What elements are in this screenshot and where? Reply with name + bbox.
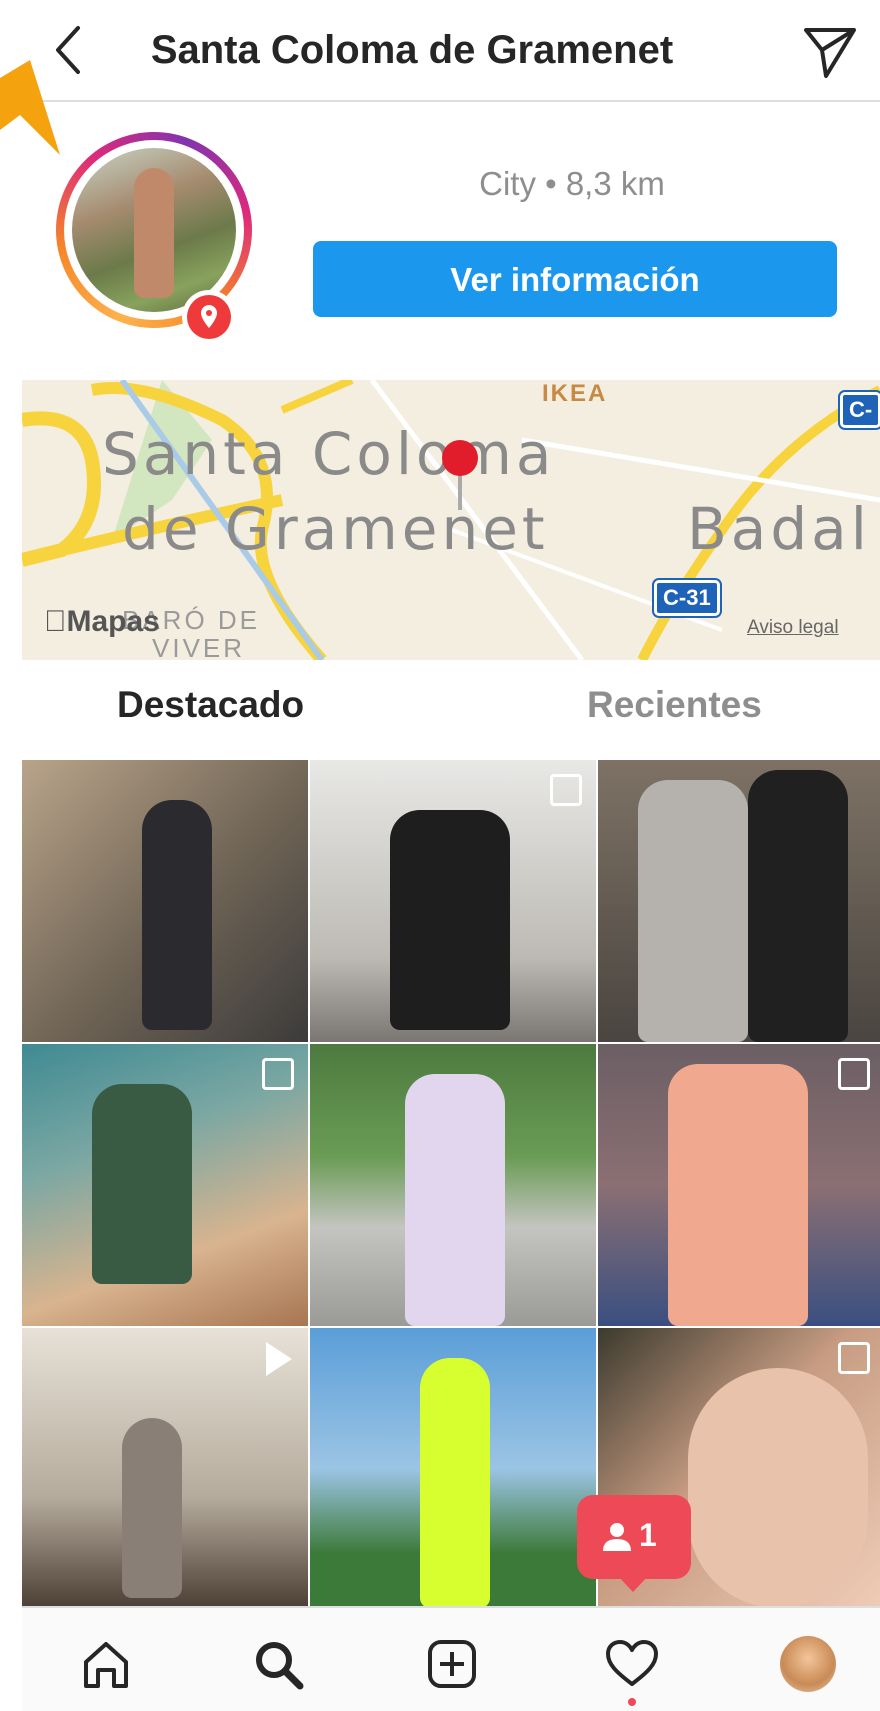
location-info: City • 8,3 km bbox=[479, 165, 665, 202]
grid-photo[interactable] bbox=[310, 1044, 596, 1326]
app-screen: Santa Coloma de Gramenet City • 8,3 km V… bbox=[22, 0, 880, 1711]
bottom-nav bbox=[22, 1606, 880, 1711]
location-map[interactable]: IKEA Santa Coloma de Gramenet Badal BARÓ… bbox=[22, 380, 880, 660]
feed-tabs: Destacado Recientes bbox=[22, 660, 880, 758]
road-sign-c31: C-31 bbox=[654, 580, 720, 616]
annotation-arrow-icon bbox=[0, 60, 60, 155]
map-neighbor-label: Badal bbox=[687, 495, 871, 563]
top-bar: Santa Coloma de Gramenet bbox=[22, 0, 880, 102]
map-city-label-line1: Santa Coloma bbox=[102, 420, 556, 488]
tab-recientes[interactable]: Recientes bbox=[587, 684, 762, 726]
map-poi-label: IKEA bbox=[542, 380, 608, 407]
road-sign-top: C- bbox=[840, 392, 880, 428]
legal-link[interactable]: Aviso legal bbox=[747, 617, 839, 639]
location-pin-icon bbox=[201, 305, 217, 328]
grid-photo[interactable] bbox=[22, 760, 308, 1042]
search-icon[interactable] bbox=[250, 1636, 306, 1692]
grid-photo[interactable] bbox=[598, 1044, 880, 1326]
home-icon[interactable] bbox=[78, 1636, 134, 1692]
grid-photo[interactable] bbox=[22, 1328, 308, 1610]
notification-tail bbox=[618, 1576, 648, 1592]
photo-grid bbox=[22, 760, 880, 1610]
multi-icon bbox=[838, 1342, 870, 1374]
grid-photo[interactable] bbox=[598, 760, 880, 1042]
map-city-label-line2: de Gramenet bbox=[122, 495, 549, 563]
tab-destacado[interactable]: Destacado bbox=[117, 684, 304, 726]
location-pin-badge bbox=[182, 290, 236, 344]
map-pin-icon bbox=[442, 440, 478, 476]
avatar-photo bbox=[72, 148, 236, 312]
ver-informacion-button[interactable]: Ver información bbox=[313, 241, 837, 317]
heart-icon[interactable] bbox=[604, 1636, 660, 1692]
grid-photo[interactable] bbox=[310, 1328, 596, 1610]
activity-notification[interactable]: 1 bbox=[577, 1495, 691, 1579]
profile-avatar[interactable] bbox=[780, 1636, 836, 1692]
notification-count: 1 bbox=[639, 1517, 657, 1553]
multi-icon bbox=[262, 1058, 294, 1090]
apple-maps-logo: Mapas bbox=[44, 605, 160, 638]
multi-icon bbox=[838, 1058, 870, 1090]
apple-icon:  bbox=[44, 605, 67, 638]
activity-dot bbox=[628, 1698, 636, 1706]
share-icon[interactable] bbox=[800, 22, 860, 82]
multi-icon bbox=[550, 774, 582, 806]
map-pin-stick bbox=[458, 474, 462, 510]
grid-photo[interactable] bbox=[22, 1044, 308, 1326]
person-icon bbox=[603, 1523, 631, 1551]
map-district-label-line2: VIVER bbox=[152, 633, 246, 660]
page-title: Santa Coloma de Gramenet bbox=[150, 28, 674, 72]
screen-margin bbox=[0, 0, 23, 1711]
grid-photo[interactable] bbox=[310, 760, 596, 1042]
add-icon[interactable] bbox=[424, 1636, 480, 1692]
play-icon bbox=[266, 1342, 292, 1376]
